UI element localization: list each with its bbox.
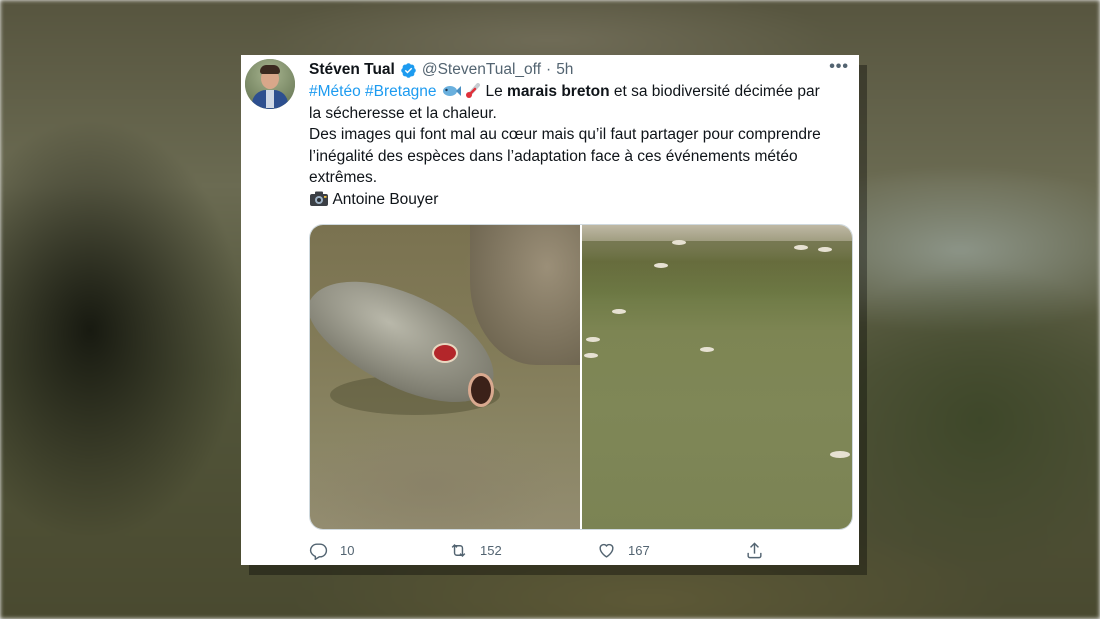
credit-name: Antoine Bouyer <box>332 190 439 208</box>
camera-icon <box>310 191 328 206</box>
more-options-icon[interactable]: ••• <box>829 58 849 76</box>
tweet-card[interactable]: Stéven Tual @StevenTual_off · 5h ••• #Mé… <box>241 55 859 565</box>
separator-dot: · <box>546 61 552 78</box>
verified-badge-icon <box>401 62 416 78</box>
thermometer-icon <box>466 83 481 98</box>
text-line1-rest: et sa biodiversité décimée par <box>609 83 820 100</box>
tweet-line-5: extrêmes. <box>309 169 378 186</box>
like-action[interactable]: 167 <box>597 541 650 560</box>
share-action[interactable] <box>745 541 764 560</box>
tweet-line-3: Des images qui font mal au cœur mais qu’… <box>309 126 821 143</box>
hashtag-bretagne[interactable]: #Bretagne <box>365 83 437 100</box>
reply-icon[interactable] <box>309 541 328 560</box>
like-count: 167 <box>628 543 650 558</box>
tweet-line-2: la sécheresse et la chaleur. <box>309 104 497 122</box>
avatar[interactable] <box>245 59 295 109</box>
dead-fish-photo[interactable] <box>310 225 580 529</box>
fish-icon <box>442 86 461 96</box>
author-name[interactable]: Stéven Tual <box>309 61 395 79</box>
marsh-water-photo[interactable] <box>582 225 852 529</box>
tweet-line-4: l’inégalité des espèces dans l’adaptatio… <box>309 147 798 165</box>
timestamp[interactable]: 5h <box>556 61 573 79</box>
text-marais-breton: marais breton <box>507 83 610 100</box>
photo-credit: Antoine Bouyer <box>309 189 849 211</box>
tweet-text: #Météo #Bretagne Le marais breton et sa … <box>309 81 849 210</box>
hashtag-meteo[interactable]: #Météo <box>309 83 361 100</box>
share-icon[interactable] <box>745 541 764 560</box>
author-handle[interactable]: @StevenTual_off <box>422 61 541 79</box>
retweet-count: 152 <box>480 543 502 558</box>
heart-icon[interactable] <box>597 541 616 560</box>
media-grid <box>309 224 853 530</box>
retweet-icon[interactable] <box>449 541 468 560</box>
tweet-header: Stéven Tual @StevenTual_off · 5h <box>309 60 573 80</box>
tweet-line-1: #Météo #Bretagne Le marais breton et sa … <box>309 81 849 103</box>
reply-action[interactable]: 10 <box>309 541 354 560</box>
reply-count: 10 <box>340 543 355 558</box>
retweet-action[interactable]: 152 <box>449 541 502 560</box>
tweet-actions: 10 152 167 <box>309 541 829 565</box>
text-le: Le <box>481 83 508 100</box>
